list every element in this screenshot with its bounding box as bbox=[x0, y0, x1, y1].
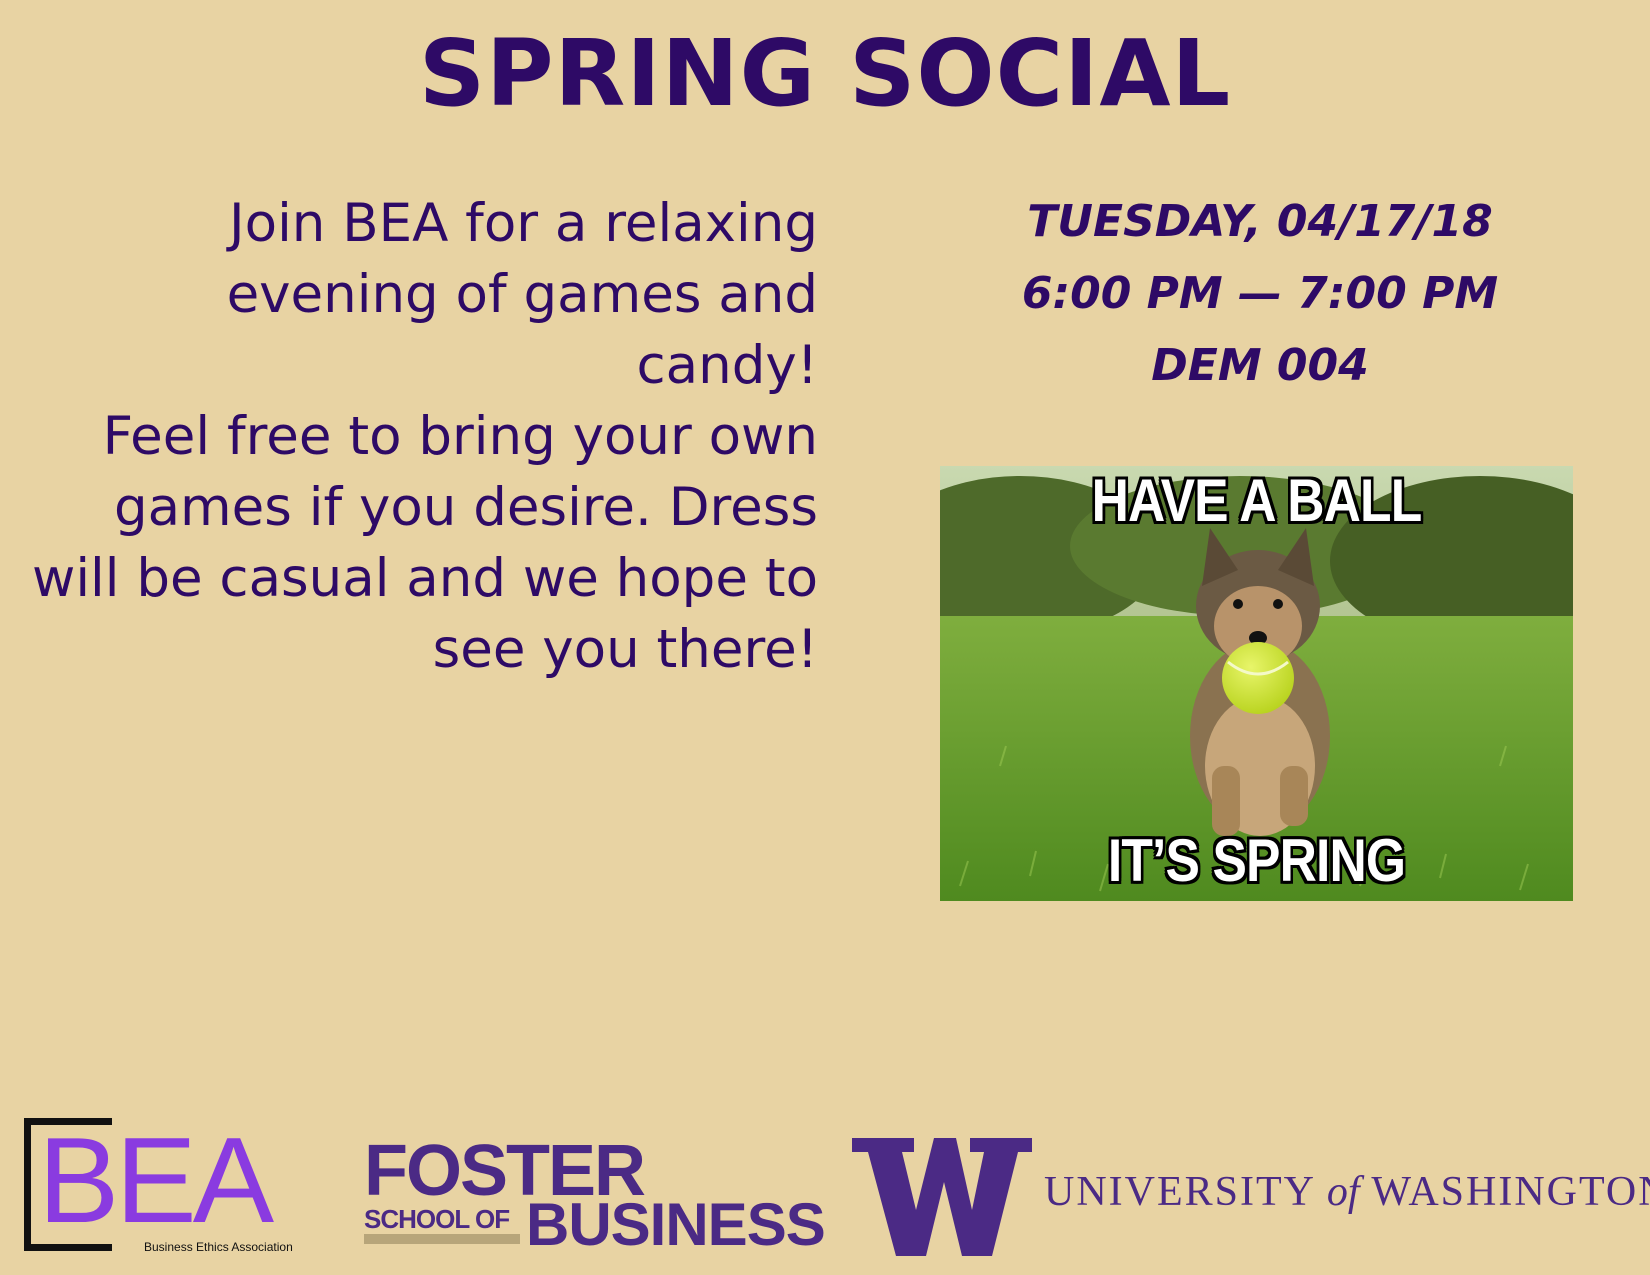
dog-meme-image: HAVE A BALL IT’S SPRING bbox=[940, 466, 1573, 901]
uw-wordmark: UNIVERSITY of WASHINGTON bbox=[1044, 1168, 1650, 1216]
foster-logo-business: BUSINESS bbox=[526, 1191, 826, 1258]
foster-logo-accent-bar bbox=[364, 1234, 520, 1244]
foster-school-logo: FOSTER SCHOOL OF BUSINESS bbox=[364, 1131, 826, 1262]
uw-wordmark-of: of bbox=[1326, 1169, 1360, 1215]
event-location: DEM 004 bbox=[1151, 340, 1369, 391]
event-time: 6:00 PM — 7:00 PM bbox=[1021, 268, 1499, 319]
uw-wordmark-university: UNIVERSITY bbox=[1044, 1169, 1315, 1215]
bea-logo-subtitle: Business Ethics Association bbox=[144, 1240, 293, 1254]
foster-logo-school-of: SCHOOL OF bbox=[364, 1204, 510, 1234]
event-details: TUESDAY, 04/17/18 6:00 PM — 7:00 PM DEM … bbox=[940, 186, 1580, 402]
flyer-title: SPRING SOCIAL bbox=[418, 20, 1232, 127]
bea-logo: BEA Business Ethics Association bbox=[20, 1112, 320, 1258]
bea-logo-letters: BEA bbox=[38, 1112, 274, 1248]
description-line: will be casual and we hope to bbox=[31, 548, 818, 609]
event-description: Join BEA for a relaxing evening of games… bbox=[30, 188, 818, 685]
description-line: evening of games and candy! bbox=[226, 264, 818, 396]
description-line: see you there! bbox=[432, 619, 818, 680]
description-line: games if you desire. Dress bbox=[113, 477, 818, 538]
uw-wordmark-washington: WASHINGTON bbox=[1371, 1169, 1650, 1215]
description-line: Feel free to bring your own bbox=[102, 406, 818, 467]
uw-w-logo-icon bbox=[852, 1138, 1032, 1256]
meme-bottom-caption: IT’S SPRING bbox=[1107, 827, 1406, 894]
description-line: Join BEA for a relaxing bbox=[229, 193, 818, 254]
meme-top-caption: HAVE A BALL bbox=[1091, 467, 1423, 534]
event-date: TUESDAY, 04/17/18 bbox=[1027, 196, 1493, 247]
